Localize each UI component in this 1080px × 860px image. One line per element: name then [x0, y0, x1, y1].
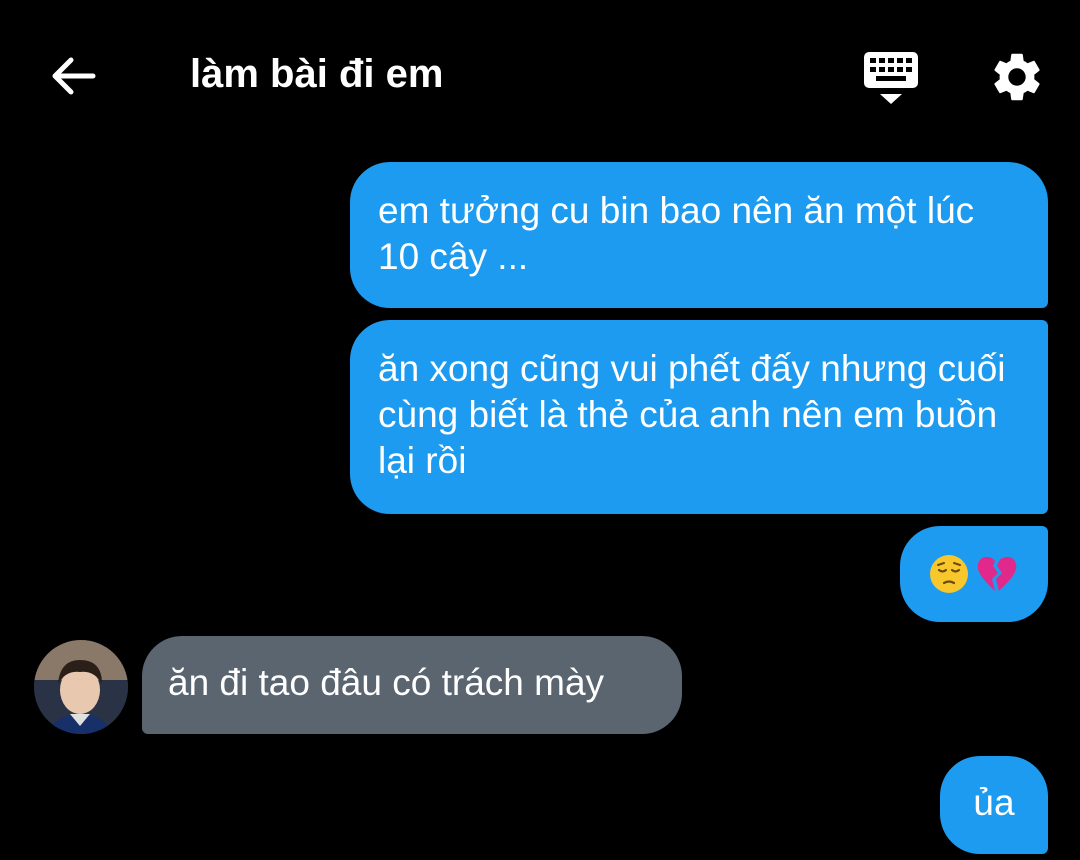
chat-header: làm bài đi em	[0, 0, 1080, 150]
contact-avatar[interactable]	[34, 640, 128, 734]
back-button[interactable]	[48, 50, 100, 102]
settings-button[interactable]	[988, 48, 1046, 106]
message-text: em tưởng cu bin bao nên ăn một lúc 10 câ…	[378, 190, 975, 277]
broken-heart-emoji	[977, 556, 1017, 591]
keyboard-icon	[864, 52, 918, 104]
avatar-image	[34, 640, 128, 734]
pensive-face-emoji	[930, 555, 968, 593]
message-bubble-outgoing[interactable]: ủa	[940, 756, 1048, 854]
message-text: ăn xong cũng vui phết đấy nhưng cuối cùn…	[378, 348, 1006, 481]
chat-title: làm bài đi em	[190, 52, 444, 96]
arrow-left-icon	[52, 57, 96, 95]
gear-icon	[994, 53, 1040, 101]
message-text: ủa	[973, 782, 1015, 823]
message-bubble-outgoing[interactable]: em tưởng cu bin bao nên ăn một lúc 10 câ…	[350, 162, 1048, 308]
emoji-group	[928, 553, 1020, 595]
message-text: ăn đi tao đâu có trách mày	[168, 662, 605, 703]
message-bubble-outgoing[interactable]	[900, 526, 1048, 622]
message-bubble-incoming[interactable]: ăn đi tao đâu có trách mày	[142, 636, 682, 734]
keyboard-button[interactable]	[860, 48, 922, 108]
message-bubble-outgoing[interactable]: ăn xong cũng vui phết đấy nhưng cuối cùn…	[350, 320, 1048, 514]
